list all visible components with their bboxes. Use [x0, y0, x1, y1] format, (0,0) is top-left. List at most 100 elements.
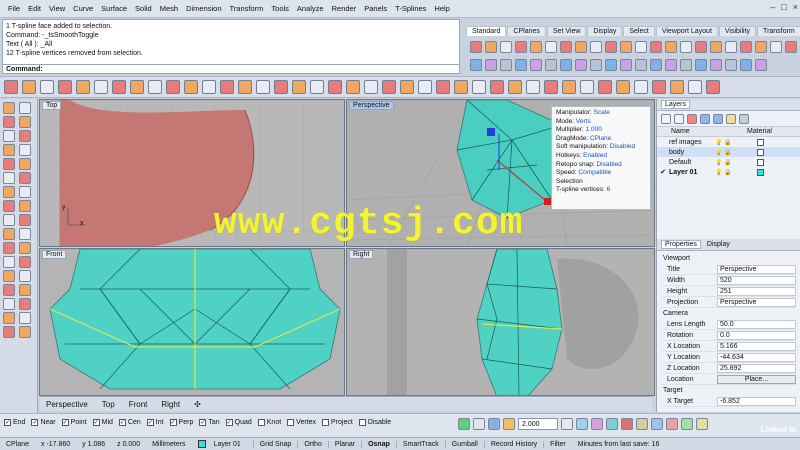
layers-tab[interactable]: Layers	[661, 100, 691, 109]
command-tool-icon[interactable]	[418, 80, 432, 94]
property-value[interactable]: 520	[717, 275, 796, 285]
property-value[interactable]: 25.892	[717, 363, 796, 373]
layer-tools-icon[interactable]	[739, 113, 749, 124]
osnap-checkbox[interactable]	[322, 419, 330, 426]
toolbar-tool-icon[interactable]	[485, 40, 497, 53]
toolbar-tool-icon[interactable]	[665, 40, 677, 53]
toolbar-tool-icon[interactable]	[575, 40, 587, 53]
property-value[interactable]: 0.0	[717, 330, 796, 340]
status-toggle-filter[interactable]: Filter	[543, 440, 572, 448]
modeling-tool-icon[interactable]	[3, 116, 15, 128]
layer-state-icons[interactable]: 💡 🔒	[715, 139, 757, 146]
osnap-int[interactable]: ✓ Int	[146, 419, 164, 426]
property-value[interactable]: -44.634	[717, 352, 796, 362]
osnap-tan[interactable]: ✓ Tan	[199, 419, 220, 426]
command-tool-icon[interactable]	[274, 80, 288, 94]
command-tool-icon[interactable]	[4, 80, 18, 94]
toolbar-tool-icon[interactable]	[530, 40, 542, 53]
toolbar-tool-icon[interactable]	[500, 58, 512, 71]
toolbar-tool-icon[interactable]	[605, 58, 617, 71]
modeling-tool-icon[interactable]	[3, 186, 15, 198]
layer-state-icons[interactable]: 💡 🔒	[715, 159, 757, 166]
modeling-tool-icon[interactable]	[3, 214, 15, 226]
viewport-label-right[interactable]: Right	[349, 250, 374, 259]
modeling-tool-icon[interactable]	[3, 298, 15, 310]
toolbar-tool-icon[interactable]	[620, 58, 632, 71]
property-value[interactable]: 50.0	[717, 319, 796, 329]
command-tool-icon[interactable]	[220, 80, 234, 94]
toolbar-tool-icon[interactable]	[695, 58, 707, 71]
symmetry-icon[interactable]	[651, 418, 663, 430]
modeling-tool-icon[interactable]	[19, 270, 31, 282]
modeling-tool-icon[interactable]	[3, 256, 15, 268]
modeling-tool-icon[interactable]	[3, 228, 15, 240]
snap-icon[interactable]	[561, 418, 573, 430]
modeling-tool-icon[interactable]	[19, 242, 31, 254]
command-tool-icon[interactable]	[76, 80, 90, 94]
toolbar-tool-icon[interactable]	[755, 40, 767, 53]
osnap-checkbox[interactable]: ✓	[118, 419, 126, 426]
osnap-disable[interactable]: Disable	[358, 419, 391, 426]
layer-name[interactable]: Layer 01	[669, 169, 715, 176]
shrink-icon[interactable]	[696, 418, 708, 430]
property-value[interactable]: Perspective	[717, 264, 796, 274]
command-tool-icon[interactable]	[40, 80, 54, 94]
osnap-quad[interactable]: ✓ Quad	[225, 419, 252, 426]
osnap-checkbox[interactable]: ✓	[61, 419, 69, 426]
modeling-tool-icon[interactable]	[19, 228, 31, 240]
status-toggle-planar[interactable]: Planar	[327, 440, 361, 448]
property-value[interactable]: 251	[717, 286, 796, 296]
modeling-tool-icon[interactable]	[19, 144, 31, 156]
filter-icon[interactable]	[726, 113, 736, 124]
menu-item-file[interactable]: File	[4, 4, 24, 13]
status-toggle-osnap[interactable]: Osnap	[361, 440, 396, 448]
layer-row[interactable]: Default 💡 🔒	[657, 157, 800, 167]
toolbar-tool-icon[interactable]	[530, 58, 542, 71]
toolbar-tool-icon[interactable]	[545, 40, 557, 53]
command-tool-icon[interactable]	[436, 80, 450, 94]
delete-layer-icon[interactable]	[687, 113, 697, 124]
command-tool-icon[interactable]	[130, 80, 144, 94]
modeling-tool-icon[interactable]	[3, 158, 15, 170]
menu-item-panels[interactable]: Panels	[360, 4, 391, 13]
status-toggle-ortho[interactable]: Ortho	[297, 440, 328, 448]
modeling-tool-icon[interactable]	[19, 214, 31, 226]
layer-row[interactable]: ref images 💡 🔒	[657, 137, 800, 147]
modeling-tool-icon[interactable]	[3, 144, 15, 156]
osnap-vertex[interactable]: Vertex	[287, 419, 316, 426]
modeling-tool-icon[interactable]	[3, 242, 15, 254]
toolbar-tool-icon[interactable]	[650, 58, 662, 71]
layer-color-swatch[interactable]	[757, 138, 764, 146]
toolbar-tool-icon[interactable]	[650, 40, 662, 53]
modeling-tool-icon[interactable]	[3, 312, 15, 324]
osnap-mid[interactable]: ✓ Mid	[92, 419, 113, 426]
grid-value-input[interactable]: 2.000	[518, 418, 558, 430]
command-tool-icon[interactable]	[184, 80, 198, 94]
osnap-checkbox[interactable]: ✓	[169, 419, 177, 426]
tsplines-icon[interactable]	[576, 418, 588, 430]
place-button[interactable]: Place...	[717, 374, 796, 384]
menu-item-dimension[interactable]: Dimension	[182, 4, 225, 13]
command-tool-icon[interactable]	[292, 80, 306, 94]
modeling-tool-icon[interactable]	[3, 172, 15, 184]
menu-item-view[interactable]: View	[45, 4, 69, 13]
layer-name[interactable]: body	[669, 149, 715, 156]
command-tool-icon[interactable]	[670, 80, 684, 94]
osnap-checkbox[interactable]	[358, 419, 366, 426]
menu-item-curve[interactable]: Curve	[69, 4, 97, 13]
command-tool-icon[interactable]	[616, 80, 630, 94]
command-tool-icon[interactable]	[310, 80, 324, 94]
close-icon[interactable]: ×	[793, 2, 798, 12]
modeling-tool-icon[interactable]	[3, 200, 15, 212]
layer-color-swatch[interactable]	[757, 148, 764, 156]
osnap-end[interactable]: ✓ End	[4, 419, 25, 426]
toolbar-tool-icon[interactable]	[680, 58, 692, 71]
command-tool-icon[interactable]	[688, 80, 702, 94]
x-target-value[interactable]: -6.852	[717, 396, 796, 406]
modeling-tool-icon[interactable]	[19, 284, 31, 296]
osnap-checkbox[interactable]: ✓	[146, 419, 154, 426]
new-layer-icon[interactable]	[661, 113, 671, 124]
modeling-tool-icon[interactable]	[19, 172, 31, 184]
menu-item-edit[interactable]: Edit	[24, 4, 45, 13]
command-tool-icon[interactable]	[580, 80, 594, 94]
